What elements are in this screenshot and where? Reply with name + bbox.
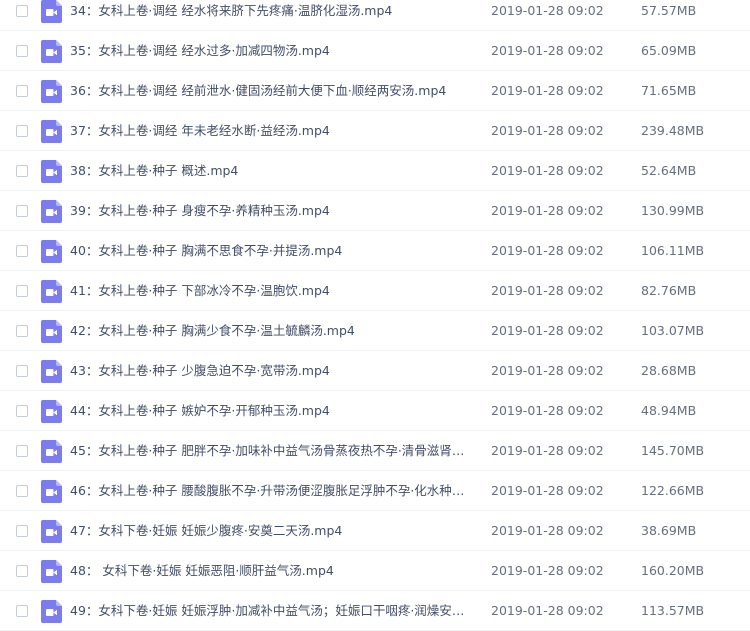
file-name[interactable]: 41：女科上卷·种子 下部冰冷不孕·温胞饮.mp4 <box>70 283 470 299</box>
row-checkbox[interactable] <box>16 285 28 297</box>
file-row[interactable]: 35：女科上卷·调经 经水过多·加减四物汤.mp4 2019-01-28 09:… <box>0 31 750 71</box>
row-checkbox[interactable] <box>16 325 28 337</box>
video-file-icon <box>41 160 62 183</box>
video-file-icon <box>41 80 62 103</box>
file-name[interactable]: 37：女科上卷·调经 年未老经水断·益经汤.mp4 <box>70 123 470 139</box>
file-name[interactable]: 35：女科上卷·调经 经水过多·加减四物汤.mp4 <box>70 43 470 59</box>
file-size: 122.66MB <box>641 483 705 498</box>
file-size: 239.48MB <box>641 123 705 138</box>
video-file-icon <box>41 520 62 543</box>
file-size: 71.65MB <box>641 83 697 98</box>
row-checkbox[interactable] <box>16 45 28 57</box>
file-size: 106.11MB <box>641 243 705 258</box>
file-modified-date: 2019-01-28 09:02 <box>491 363 604 378</box>
video-file-icon <box>41 360 62 383</box>
row-checkbox[interactable] <box>16 605 28 617</box>
row-checkbox[interactable] <box>16 165 28 177</box>
file-name[interactable]: 34：女科上卷·调经 经水将来脐下先疼痛·温脐化湿汤.mp4 <box>70 3 470 19</box>
file-name[interactable]: 45：女科上卷·种子 肥胖不孕·加味补中益气汤骨蒸夜热不孕·清骨滋肾汤.m... <box>70 443 470 459</box>
file-modified-date: 2019-01-28 09:02 <box>491 123 604 138</box>
file-modified-date: 2019-01-28 09:02 <box>491 563 604 578</box>
row-checkbox[interactable] <box>16 565 28 577</box>
file-modified-date: 2019-01-28 09:02 <box>491 3 604 18</box>
file-name[interactable]: 49：女科下卷·妊娠 妊娠浮肿·加减补中益气汤；妊娠口干咽疼·润燥安胎汤... <box>70 603 470 619</box>
row-checkbox[interactable] <box>16 85 28 97</box>
file-list: 34：女科上卷·调经 经水将来脐下先疼痛·温脐化湿汤.mp4 2019-01-2… <box>0 0 750 631</box>
file-name[interactable]: 47：女科下卷·妊娠 妊娠少腹疼·安奠二天汤.mp4 <box>70 523 470 539</box>
file-modified-date: 2019-01-28 09:02 <box>491 243 604 258</box>
video-file-icon <box>41 400 62 423</box>
file-row[interactable]: 36：女科上卷·调经 经前泄水·健固汤经前大便下血·顺经两安汤.mp4 2019… <box>0 71 750 111</box>
file-row[interactable]: 37：女科上卷·调经 年未老经水断·益经汤.mp4 2019-01-28 09:… <box>0 111 750 151</box>
file-row[interactable]: 38：女科上卷·种子 概述.mp4 2019-01-28 09:02 52.64… <box>0 151 750 191</box>
file-modified-date: 2019-01-28 09:02 <box>491 323 604 338</box>
file-name[interactable]: 39：女科上卷·种子 身瘦不孕·养精种玉汤.mp4 <box>70 203 470 219</box>
file-row[interactable]: 47：女科下卷·妊娠 妊娠少腹疼·安奠二天汤.mp4 2019-01-28 09… <box>0 511 750 551</box>
file-size: 65.09MB <box>641 43 697 58</box>
video-file-icon <box>41 480 62 503</box>
row-checkbox[interactable] <box>16 5 28 17</box>
file-modified-date: 2019-01-28 09:02 <box>491 603 604 618</box>
file-modified-date: 2019-01-28 09:02 <box>491 163 604 178</box>
video-file-icon <box>41 40 62 63</box>
file-size: 130.99MB <box>641 203 705 218</box>
file-row[interactable]: 49：女科下卷·妊娠 妊娠浮肿·加减补中益气汤；妊娠口干咽疼·润燥安胎汤... … <box>0 591 750 631</box>
file-modified-date: 2019-01-28 09:02 <box>491 523 604 538</box>
file-modified-date: 2019-01-28 09:02 <box>491 43 604 58</box>
file-size: 160.20MB <box>641 563 705 578</box>
file-row[interactable]: 34：女科上卷·调经 经水将来脐下先疼痛·温脐化湿汤.mp4 2019-01-2… <box>0 0 750 31</box>
file-modified-date: 2019-01-28 09:02 <box>491 403 604 418</box>
file-name[interactable]: 40：女科上卷·种子 胸满不思食不孕·并提汤.mp4 <box>70 243 470 259</box>
file-row[interactable]: 40：女科上卷·种子 胸满不思食不孕·并提汤.mp4 2019-01-28 09… <box>0 231 750 271</box>
file-row[interactable]: 42：女科上卷·种子 胸满少食不孕·温土毓麟汤.mp4 2019-01-28 0… <box>0 311 750 351</box>
row-checkbox[interactable] <box>16 365 28 377</box>
file-size: 113.57MB <box>641 603 705 618</box>
video-file-icon <box>41 120 62 143</box>
video-file-icon <box>41 0 62 23</box>
row-checkbox[interactable] <box>16 205 28 217</box>
video-file-icon <box>41 280 62 303</box>
file-size: 28.68MB <box>641 363 697 378</box>
file-size: 57.57MB <box>641 3 697 18</box>
video-file-icon <box>41 440 62 463</box>
file-row[interactable]: 48： 女科下卷·妊娠 妊娠恶阻·顺肝益气汤.mp4 2019-01-28 09… <box>0 551 750 591</box>
file-row[interactable]: 44：女科上卷·种子 嫉妒不孕·开郁种玉汤.mp4 2019-01-28 09:… <box>0 391 750 431</box>
row-checkbox[interactable] <box>16 245 28 257</box>
file-row[interactable]: 41：女科上卷·种子 下部冰冷不孕·温胞饮.mp4 2019-01-28 09:… <box>0 271 750 311</box>
file-modified-date: 2019-01-28 09:02 <box>491 283 604 298</box>
file-row[interactable]: 45：女科上卷·种子 肥胖不孕·加味补中益气汤骨蒸夜热不孕·清骨滋肾汤.m...… <box>0 431 750 471</box>
file-modified-date: 2019-01-28 09:02 <box>491 483 604 498</box>
video-file-icon <box>41 600 62 623</box>
file-modified-date: 2019-01-28 09:02 <box>491 443 604 458</box>
file-modified-date: 2019-01-28 09:02 <box>491 203 604 218</box>
row-checkbox[interactable] <box>16 405 28 417</box>
video-file-icon <box>41 240 62 263</box>
row-checkbox[interactable] <box>16 125 28 137</box>
row-checkbox[interactable] <box>16 525 28 537</box>
file-row[interactable]: 43：女科上卷·种子 少腹急迫不孕·宽带汤.mp4 2019-01-28 09:… <box>0 351 750 391</box>
row-checkbox[interactable] <box>16 485 28 497</box>
file-size: 38.69MB <box>641 523 697 538</box>
file-size: 48.94MB <box>641 403 697 418</box>
row-checkbox[interactable] <box>16 445 28 457</box>
file-name[interactable]: 43：女科上卷·种子 少腹急迫不孕·宽带汤.mp4 <box>70 363 470 379</box>
video-file-icon <box>41 200 62 223</box>
file-name[interactable]: 44：女科上卷·种子 嫉妒不孕·开郁种玉汤.mp4 <box>70 403 470 419</box>
file-size: 52.64MB <box>641 163 697 178</box>
file-row[interactable]: 46：女科上卷·种子 腰酸腹胀不孕·升带汤便涩腹胀足浮肿不孕·化水种子汤....… <box>0 471 750 511</box>
file-row[interactable]: 39：女科上卷·种子 身瘦不孕·养精种玉汤.mp4 2019-01-28 09:… <box>0 191 750 231</box>
file-name[interactable]: 36：女科上卷·调经 经前泄水·健固汤经前大便下血·顺经两安汤.mp4 <box>70 83 470 99</box>
file-name[interactable]: 42：女科上卷·种子 胸满少食不孕·温土毓麟汤.mp4 <box>70 323 470 339</box>
video-file-icon <box>41 320 62 343</box>
file-modified-date: 2019-01-28 09:02 <box>491 83 604 98</box>
file-size: 103.07MB <box>641 323 705 338</box>
file-name[interactable]: 38：女科上卷·种子 概述.mp4 <box>70 163 470 179</box>
file-size: 82.76MB <box>641 283 697 298</box>
file-size: 145.70MB <box>641 443 705 458</box>
file-name[interactable]: 46：女科上卷·种子 腰酸腹胀不孕·升带汤便涩腹胀足浮肿不孕·化水种子汤.... <box>70 483 470 499</box>
file-name[interactable]: 48： 女科下卷·妊娠 妊娠恶阻·顺肝益气汤.mp4 <box>70 563 470 579</box>
video-file-icon <box>41 560 62 583</box>
